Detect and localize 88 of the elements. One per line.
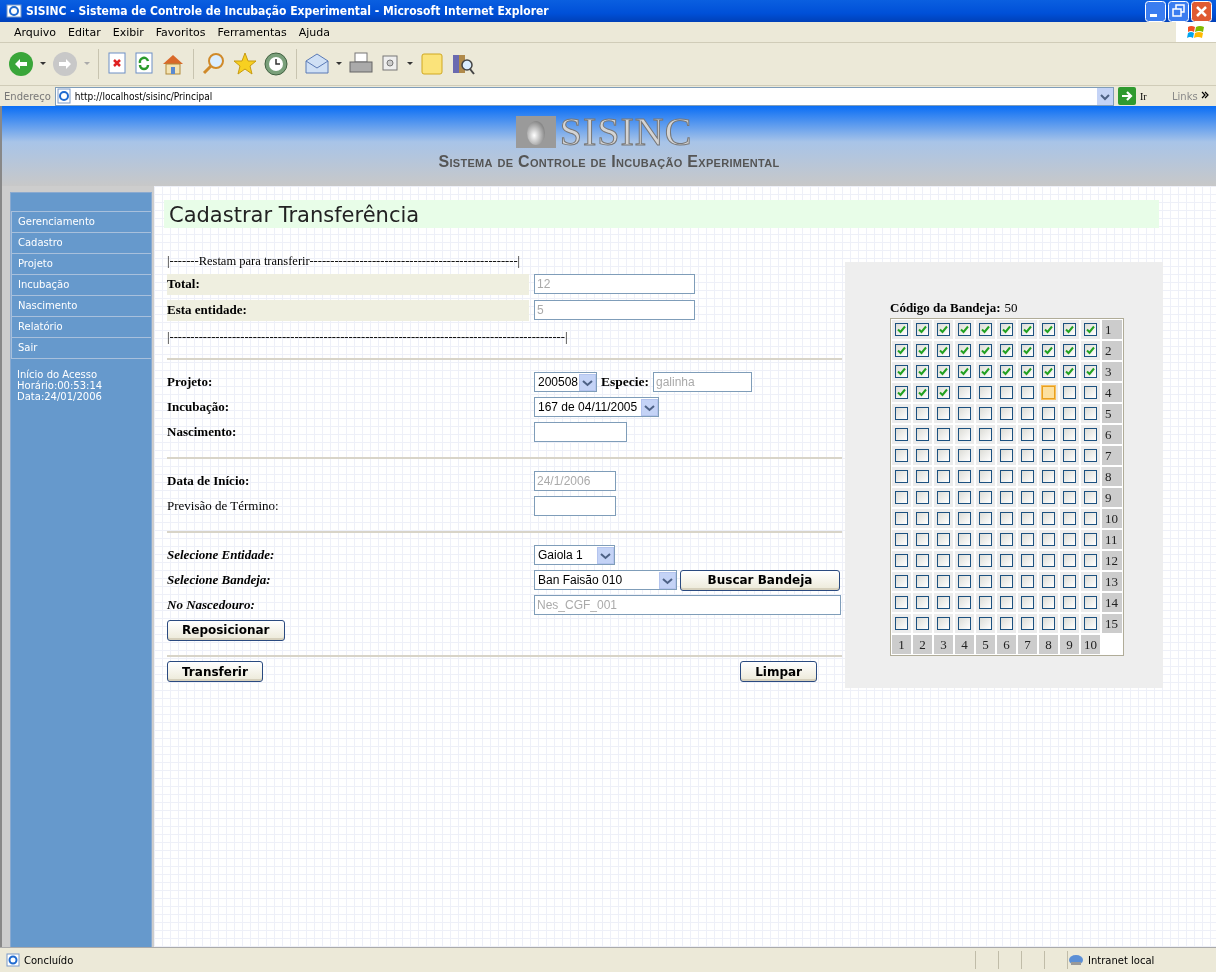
arrow-right-icon bbox=[1118, 87, 1136, 105]
row-number: 7 bbox=[1102, 446, 1122, 465]
text-field[interactable] bbox=[534, 496, 616, 516]
tray-code: 50 bbox=[1004, 300, 1018, 315]
reposition-button[interactable]: Reposicionar bbox=[167, 619, 285, 641]
refresh-button[interactable] bbox=[133, 51, 155, 77]
go-button[interactable]: Ir bbox=[1118, 87, 1168, 105]
dropdown[interactable]: Ban Faisão 010 bbox=[534, 570, 677, 590]
field-label: Esta entidade: bbox=[167, 299, 529, 321]
page-icon bbox=[55, 88, 72, 104]
field-label: Selecione Entidade: bbox=[167, 547, 276, 563]
row-number: 12 bbox=[1102, 551, 1122, 570]
windows-logo-icon bbox=[1187, 24, 1205, 40]
section-rule: |-----------------------------------------------------------------------------------------------| bbox=[167, 330, 569, 346]
menu-item[interactable]: Arquivo bbox=[8, 25, 63, 39]
row-number: 5 bbox=[1102, 404, 1122, 423]
menu-item[interactable]: Exibir bbox=[106, 25, 150, 39]
row-number: 10 bbox=[1102, 509, 1122, 528]
field-label: Previsão de Término: bbox=[167, 498, 280, 514]
row-number: 1 bbox=[1102, 320, 1122, 339]
row-number: 2 bbox=[1102, 341, 1122, 360]
column-number: 3 bbox=[934, 635, 953, 654]
caret-icon[interactable] bbox=[641, 398, 658, 416]
dropdown[interactable]: Gaiola 1 bbox=[534, 545, 615, 565]
field-label: No Nascedouro: bbox=[167, 597, 256, 613]
mail-button[interactable] bbox=[304, 51, 330, 77]
history-button[interactable] bbox=[263, 51, 289, 77]
column-number: 10 bbox=[1081, 635, 1100, 654]
field-label: Data de Início: bbox=[167, 473, 251, 489]
column-number: 6 bbox=[997, 635, 1016, 654]
network-icon bbox=[1068, 953, 1084, 967]
close-button[interactable] bbox=[1191, 0, 1212, 22]
row-number: 3 bbox=[1102, 362, 1122, 381]
field-label: Projeto: bbox=[167, 374, 214, 390]
row-number: 14 bbox=[1102, 593, 1122, 612]
star-button[interactable] bbox=[232, 51, 258, 77]
session-info: Horário:00:53:14 bbox=[17, 380, 104, 391]
section-rule: |-------Restam para transferir--------------------------------------------------| bbox=[167, 254, 522, 270]
row-number: 4 bbox=[1102, 383, 1122, 402]
column-number: 4 bbox=[955, 635, 974, 654]
field-label: Nascimento: bbox=[167, 424, 238, 440]
column-number: 1 bbox=[892, 635, 911, 654]
menu-item[interactable]: Ajuda bbox=[292, 25, 337, 39]
field-label: Selecione Bandeja: bbox=[167, 572, 272, 588]
chevron-icon bbox=[1200, 90, 1209, 99]
row-number: 6 bbox=[1102, 425, 1122, 444]
caret-icon[interactable] bbox=[659, 571, 676, 589]
logo-text: SISINC bbox=[559, 115, 693, 149]
row-number: 9 bbox=[1102, 488, 1122, 507]
minimize-button[interactable] bbox=[1145, 0, 1166, 22]
dropdown[interactable]: 167 de 04/11/2005 bbox=[534, 397, 659, 417]
text-field[interactable] bbox=[534, 422, 627, 442]
menu-item[interactable]: Ferramentas bbox=[211, 25, 293, 39]
zone-text: Intranet local bbox=[1088, 954, 1155, 966]
column-number: 9 bbox=[1060, 635, 1079, 654]
tray-code-label: Código da Bandeja: bbox=[890, 300, 1001, 315]
column-number: 8 bbox=[1039, 635, 1058, 654]
session-info: Data:24/01/2006 bbox=[17, 391, 103, 402]
transfer-button[interactable]: Transferir bbox=[167, 661, 263, 682]
window-title: SISINC - Sistema de Controle de Incubação Experimental - Microsoft Internet Explorer bbox=[26, 4, 550, 18]
search-tray-button[interactable]: Buscar Bandeja bbox=[680, 569, 840, 591]
header-subtitle: Sistema de Controle de Incubação Experimental bbox=[438, 153, 780, 171]
column-number: 2 bbox=[913, 635, 932, 654]
row-number: 15 bbox=[1102, 614, 1122, 633]
field-label: Total: bbox=[167, 273, 529, 295]
stop-button[interactable] bbox=[106, 51, 128, 77]
column-number: 7 bbox=[1018, 635, 1037, 654]
back-button[interactable] bbox=[8, 51, 34, 77]
column-number: 5 bbox=[976, 635, 995, 654]
address-field[interactable]: http://localhost/sisinc/Principal bbox=[54, 86, 1114, 106]
caret-icon[interactable] bbox=[579, 373, 596, 391]
egg-logo-icon bbox=[515, 116, 556, 148]
row-number: 11 bbox=[1102, 530, 1122, 549]
row-number: 8 bbox=[1102, 467, 1122, 486]
row-number: 13 bbox=[1102, 572, 1122, 591]
page-icon bbox=[6, 953, 20, 967]
address-label: Endereço bbox=[4, 90, 51, 102]
session-info: Início do Acesso bbox=[17, 369, 99, 380]
menu-item[interactable]: Editar bbox=[62, 25, 107, 39]
clear-button[interactable]: Limpar bbox=[740, 661, 817, 682]
browser-icon bbox=[6, 3, 22, 19]
page-title: Cadastrar Transferência bbox=[164, 200, 1159, 228]
restore-button[interactable] bbox=[1168, 0, 1189, 22]
caret-icon[interactable] bbox=[597, 546, 614, 564]
field-label: Incubação: bbox=[167, 399, 231, 415]
field-label: Especie: bbox=[601, 374, 649, 390]
status-text: Concluído bbox=[24, 954, 74, 966]
menu-item[interactable]: Favoritos bbox=[149, 25, 212, 39]
